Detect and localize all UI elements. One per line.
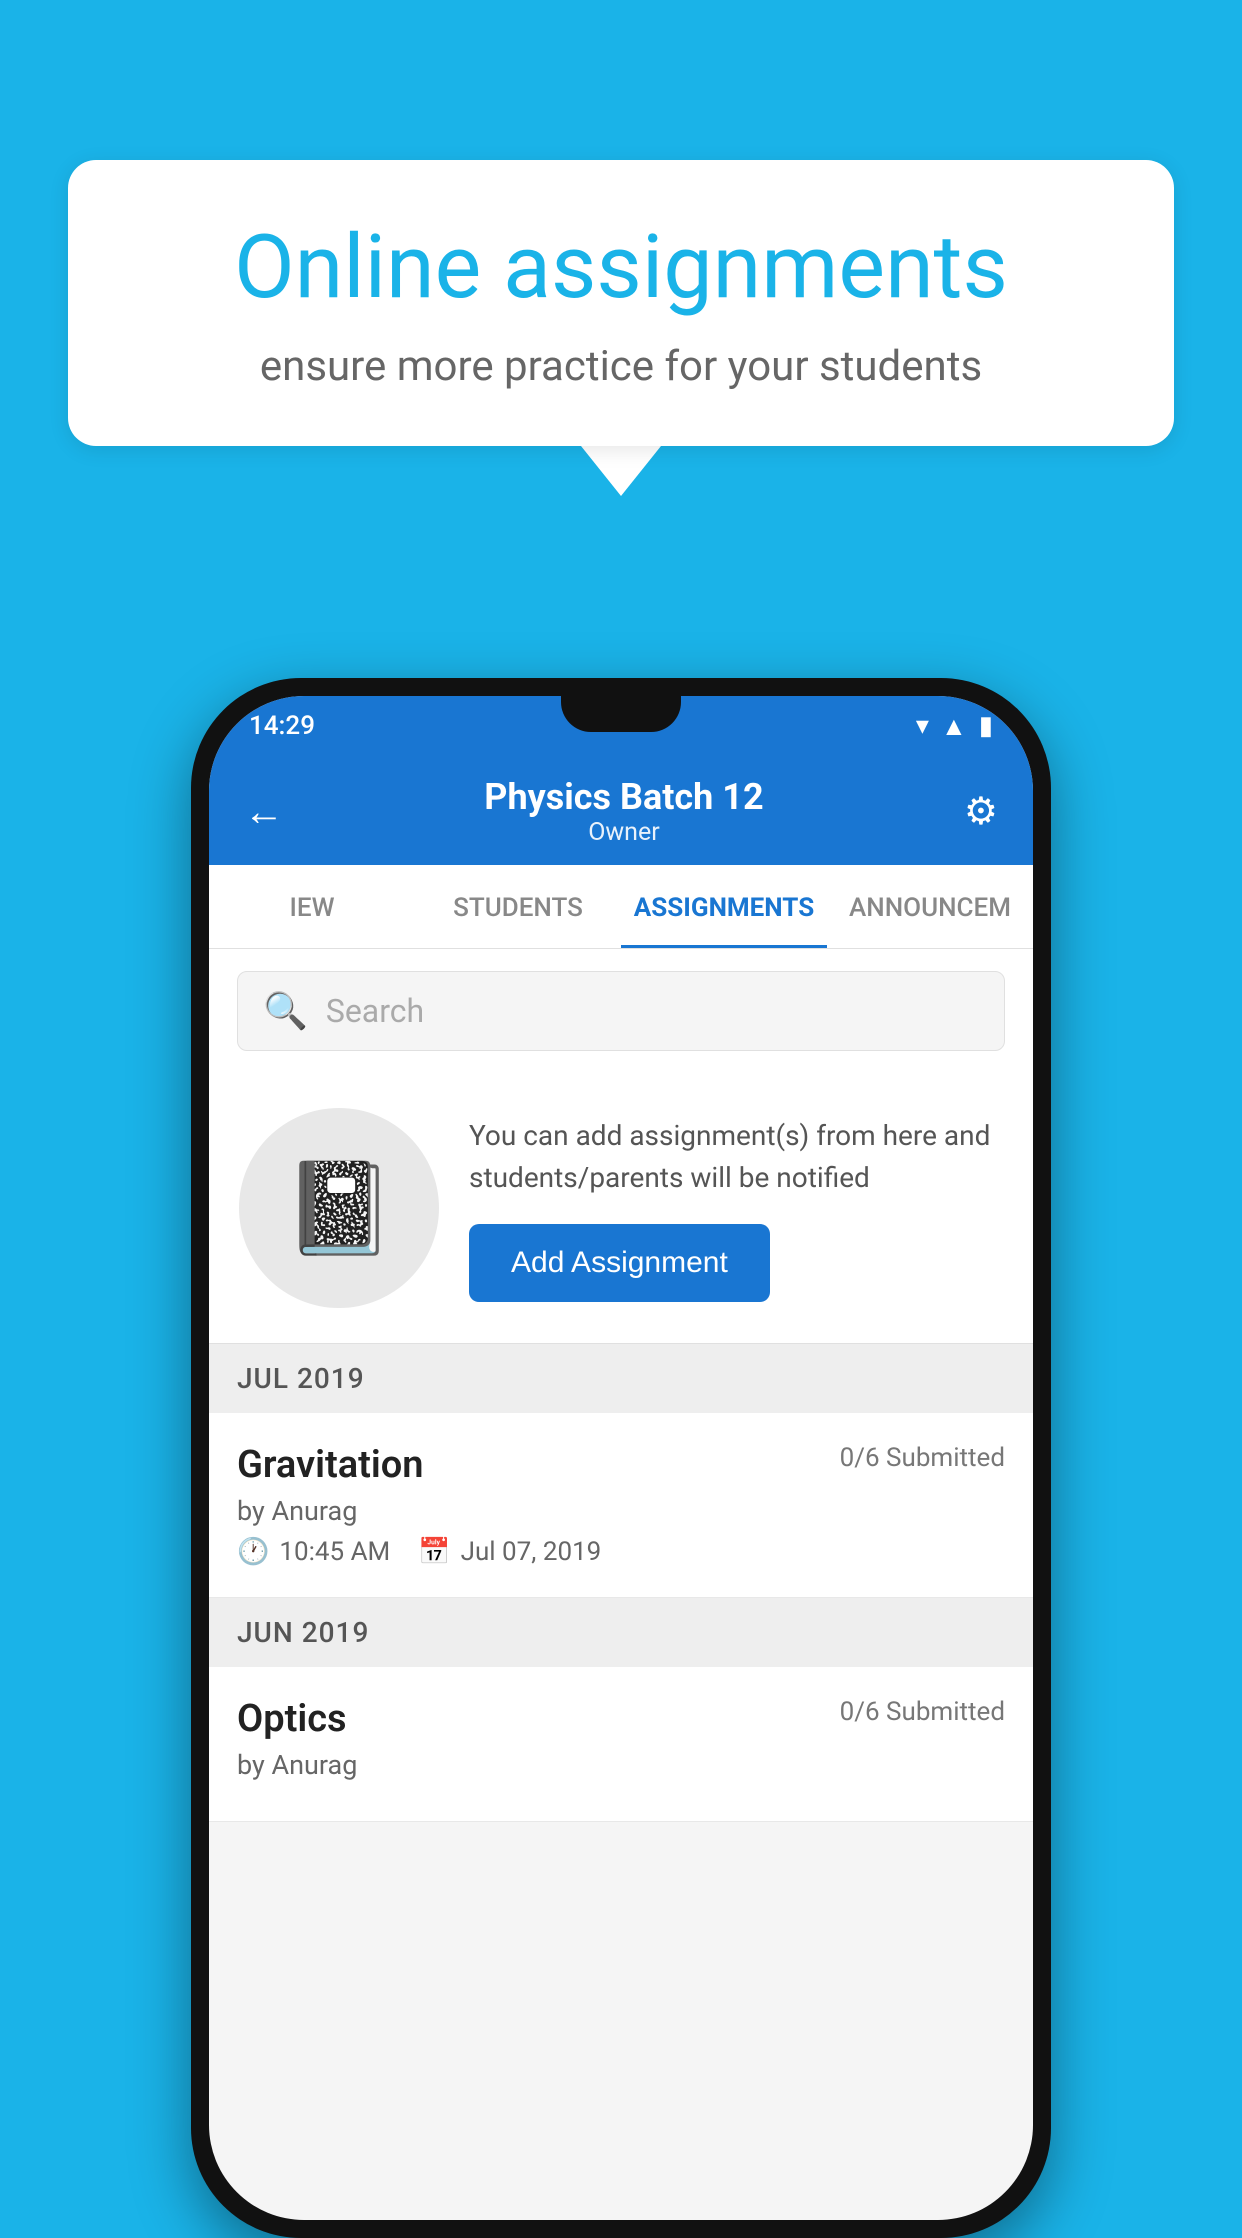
settings-icon[interactable]: ⚙ [964,789,998,834]
add-assignment-button[interactable]: Add Assignment [469,1224,770,1302]
assignment-gravitation[interactable]: Gravitation 0/6 Submitted by Anurag 🕐 10… [209,1413,1033,1598]
clock-icon: 🕐 [237,1537,269,1567]
assignment-by-gravitation: by Anurag [237,1495,1005,1527]
section-jun-2019: JUN 2019 [209,1598,1033,1667]
tab-iew[interactable]: IEW [209,865,415,948]
speech-bubble-tail [581,446,661,496]
assignment-name-optics: Optics [237,1697,347,1741]
speech-bubble-container: Online assignments ensure more practice … [68,160,1174,496]
header-subtitle: Owner [484,818,763,847]
assignment-time: 🕐 10:45 AM [237,1537,390,1567]
bubble-subtitle: ensure more practice for your students [138,342,1104,391]
assignment-top: Gravitation 0/6 Submitted [237,1443,1005,1487]
assignment-time-value: 10:45 AM [279,1537,390,1567]
search-placeholder: Search [326,992,424,1030]
assignment-top-optics: Optics 0/6 Submitted [237,1697,1005,1741]
app-header: ← Physics Batch 12 Owner ⚙ [209,756,1033,865]
promo-content: You can add assignment(s) from here and … [469,1115,1003,1302]
promo-icon-circle: 📓 [239,1108,439,1308]
assignment-icon: 📓 [283,1156,395,1261]
tab-assignments[interactable]: ASSIGNMENTS [621,865,827,948]
status-time: 14:29 [249,711,315,741]
assignment-date: 📅 Jul 07, 2019 [418,1537,601,1567]
wifi-icon: ▾ [916,711,929,741]
assignment-date-value: Jul 07, 2019 [461,1537,602,1567]
tab-students[interactable]: STUDENTS [415,865,621,948]
phone-screen: 14:29 ▾ ▲ ▮ ← Physics Batch 12 Owner ⚙ I… [209,696,1033,2220]
assignment-optics[interactable]: Optics 0/6 Submitted by Anurag [209,1667,1033,1822]
bubble-title: Online assignments [138,220,1104,317]
phone-notch [561,696,681,732]
assignment-name-gravitation: Gravitation [237,1443,424,1487]
signal-icon: ▲ [941,711,967,742]
section-jul-2019: JUL 2019 [209,1344,1033,1413]
assignment-by-optics: by Anurag [237,1749,1005,1781]
tab-announcements[interactable]: ANNOUNCEM [827,865,1033,948]
calendar-icon: 📅 [418,1537,450,1567]
add-assignment-promo: 📓 You can add assignment(s) from here an… [209,1073,1033,1344]
assignment-submitted-optics: 0/6 Submitted [840,1697,1005,1727]
status-icons: ▾ ▲ ▮ [916,711,993,742]
search-box[interactable]: 🔍 Search [237,971,1005,1051]
search-icon: 🔍 [263,990,308,1032]
speech-bubble: Online assignments ensure more practice … [68,160,1174,446]
promo-description: You can add assignment(s) from here and … [469,1115,1003,1199]
battery-icon: ▮ [979,711,993,741]
phone-frame: 14:29 ▾ ▲ ▮ ← Physics Batch 12 Owner ⚙ I… [191,678,1051,2238]
search-container: 🔍 Search [209,949,1033,1073]
back-button[interactable]: ← [244,788,284,835]
tabs-bar: IEW STUDENTS ASSIGNMENTS ANNOUNCEM [209,865,1033,949]
assignment-meta-gravitation: 🕐 10:45 AM 📅 Jul 07, 2019 [237,1537,1005,1567]
header-center: Physics Batch 12 Owner [484,776,763,847]
assignment-submitted-gravitation: 0/6 Submitted [840,1443,1005,1473]
header-title: Physics Batch 12 [484,776,763,818]
